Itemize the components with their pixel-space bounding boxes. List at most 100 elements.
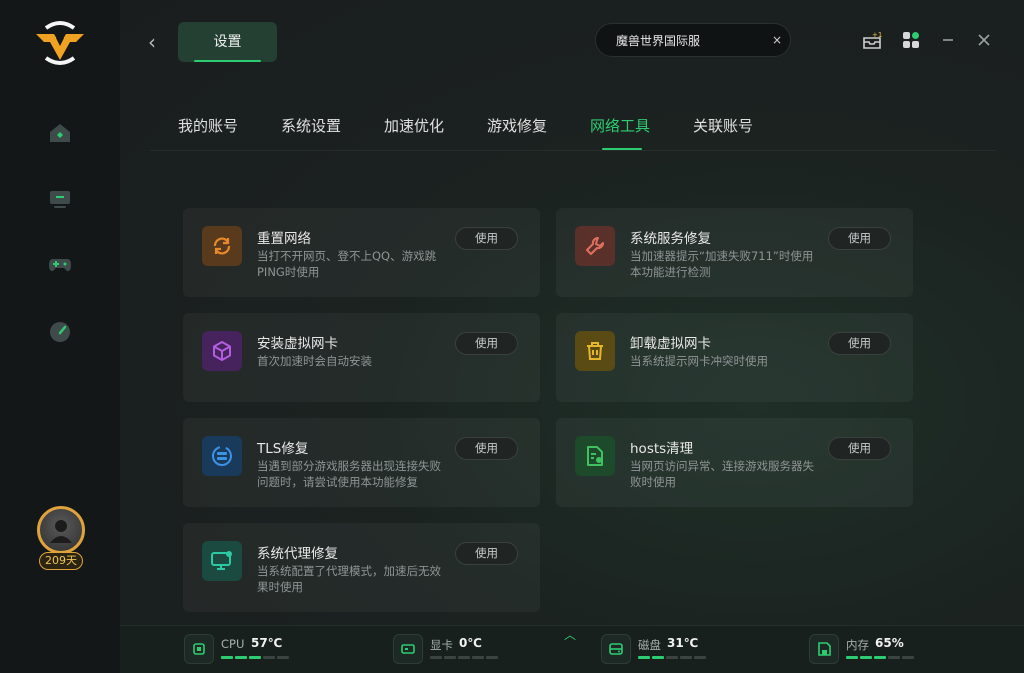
- use-button[interactable]: 使用: [828, 437, 891, 460]
- grid-apps-icon: [903, 32, 919, 48]
- usage-bar: [430, 656, 498, 659]
- card-icon-box: [202, 331, 242, 371]
- svg-text:+1: +1: [872, 31, 882, 39]
- disk-icon: [601, 634, 631, 664]
- card-icon-box: [202, 436, 242, 476]
- stat-label: 磁盘: [638, 638, 661, 652]
- cpu-icon: [184, 634, 214, 664]
- usage-bar: [221, 656, 289, 659]
- usage-bar-segment: [444, 656, 456, 659]
- usage-bar-segment: [430, 656, 442, 659]
- card-tls-repair: TLS修复 当遇到部分游戏服务器出现连接失败问题时，请尝试使用本功能修复 使用: [183, 418, 540, 507]
- use-button[interactable]: 使用: [828, 227, 891, 250]
- card-title: 系统服务修复: [630, 231, 711, 247]
- card-description: 当系统提示网卡冲突时使用: [630, 354, 768, 368]
- usage-bar-segment: [694, 656, 706, 659]
- usage-bar: [638, 656, 706, 659]
- stat-label: 内存: [846, 638, 869, 652]
- tab-my-account[interactable]: 我的账号: [178, 115, 238, 136]
- refresh-icon: [213, 237, 231, 255]
- tabs-divider: [150, 150, 996, 151]
- card-description: 当加速器提示“加速失败711”时使用本功能进行检测: [630, 249, 814, 279]
- sidebar-item-home[interactable]: [47, 120, 73, 146]
- clear-search-button[interactable]: ×: [772, 33, 782, 47]
- use-button[interactable]: 使用: [455, 542, 518, 565]
- use-button[interactable]: 使用: [828, 332, 891, 355]
- sidebar: 209天: [0, 0, 120, 673]
- tab-acceleration[interactable]: 加速优化: [384, 115, 444, 136]
- usage-bar-segment: [902, 656, 914, 659]
- memory-icon: [809, 634, 839, 664]
- user-avatar[interactable]: 209天: [34, 506, 88, 574]
- hardware-status-bar: ︿ CPU 57℃ 显卡 0℃ 磁盘 31℃ 内存 65%: [120, 625, 1024, 673]
- search-box[interactable]: ×: [595, 23, 791, 57]
- stat-label: CPU: [221, 637, 245, 651]
- search-input[interactable]: [616, 33, 766, 47]
- close-button[interactable]: [974, 30, 994, 50]
- settings-tab[interactable]: 设置: [178, 22, 277, 62]
- stat-value: 65%: [875, 636, 904, 650]
- file-clean-icon: [587, 446, 603, 466]
- usage-bar-segment: [235, 656, 247, 659]
- stat-value: 57℃: [251, 636, 283, 650]
- usage-bar-segment: [652, 656, 664, 659]
- sidebar-item-accelerate[interactable]: [47, 186, 73, 212]
- card-description: 首次加速时会自动安装: [257, 354, 372, 368]
- tab-linked-accounts[interactable]: 关联账号: [693, 115, 753, 136]
- monitor-icon: [50, 191, 70, 208]
- card-hosts-cleanup: hosts清理 当网页访问异常、连接游戏服务器失败时使用 使用: [556, 418, 913, 507]
- card-description: 当系统配置了代理模式，加速后无效果时使用: [257, 564, 441, 594]
- use-button[interactable]: 使用: [455, 227, 518, 250]
- card-icon-box: [575, 226, 615, 266]
- stat-label: 显卡: [430, 638, 453, 652]
- card-title: 重置网络: [257, 231, 311, 247]
- tab-system-settings[interactable]: 系统设置: [281, 115, 341, 136]
- usage-bar-segment: [458, 656, 470, 659]
- minimize-button[interactable]: [938, 30, 958, 50]
- card-install-virtual-nic: 安装虚拟网卡 首次加速时会自动安装 使用: [183, 313, 540, 402]
- back-button[interactable]: ‹: [142, 30, 162, 54]
- wrench-icon: [586, 237, 604, 255]
- stat-value: 31℃: [667, 636, 699, 650]
- gamepad-icon: [49, 259, 71, 272]
- apps-button[interactable]: [901, 30, 921, 50]
- use-button[interactable]: 使用: [455, 332, 518, 355]
- main-panel: ‹ 设置 × +1 我的账号 系: [120, 0, 1024, 673]
- tab-network-tools[interactable]: 网络工具: [590, 115, 650, 136]
- card-reset-network: 重置网络 当打不开网页、登不上QQ、游戏跳PING时使用 使用: [183, 208, 540, 297]
- member-days-badge: 209天: [39, 552, 83, 570]
- home-icon: [50, 124, 70, 142]
- gift-box-button[interactable]: +1: [862, 30, 882, 50]
- trash-icon: [587, 342, 603, 360]
- stat-value: 0℃: [459, 636, 482, 650]
- inbox-plus-icon: +1: [863, 31, 882, 49]
- sidebar-item-speedtest[interactable]: [47, 319, 73, 345]
- card-description: 当遇到部分游戏服务器出现连接失败问题时，请尝试使用本功能修复: [257, 459, 441, 489]
- usage-bar-segment: [874, 656, 886, 659]
- cube-icon: [213, 341, 231, 361]
- avatar: [37, 506, 85, 554]
- card-icon-box: [575, 436, 615, 476]
- card-title: hosts清理: [630, 441, 694, 457]
- card-title: 卸载虚拟网卡: [630, 336, 711, 352]
- card-description: 当网页访问异常、连接游戏服务器失败时使用: [630, 459, 814, 489]
- usage-bar-segment: [666, 656, 678, 659]
- use-button[interactable]: 使用: [455, 437, 518, 460]
- collapse-arrow-icon[interactable]: ︿: [564, 626, 576, 643]
- usage-bar: [846, 656, 914, 659]
- app-logo: [32, 20, 88, 68]
- card-title: TLS修复: [257, 441, 309, 457]
- usage-bar-segment: [277, 656, 289, 659]
- card-system-proxy-repair: 系统代理修复 当系统配置了代理模式，加速后无效果时使用 使用: [183, 523, 540, 612]
- close-icon: [978, 34, 990, 46]
- sidebar-item-games[interactable]: [47, 252, 73, 278]
- gpu-icon: [393, 634, 423, 664]
- tab-game-repair[interactable]: 游戏修复: [487, 115, 547, 136]
- card-uninstall-virtual-nic: 卸载虚拟网卡 当系统提示网卡冲突时使用 使用: [556, 313, 913, 402]
- usage-bar-segment: [680, 656, 692, 659]
- card-description: 当打不开网页、登不上QQ、游戏跳PING时使用: [257, 249, 437, 279]
- card-title: 系统代理修复: [257, 546, 338, 562]
- usage-bar-segment: [486, 656, 498, 659]
- usage-bar-segment: [846, 656, 858, 659]
- usage-bar-segment: [472, 656, 484, 659]
